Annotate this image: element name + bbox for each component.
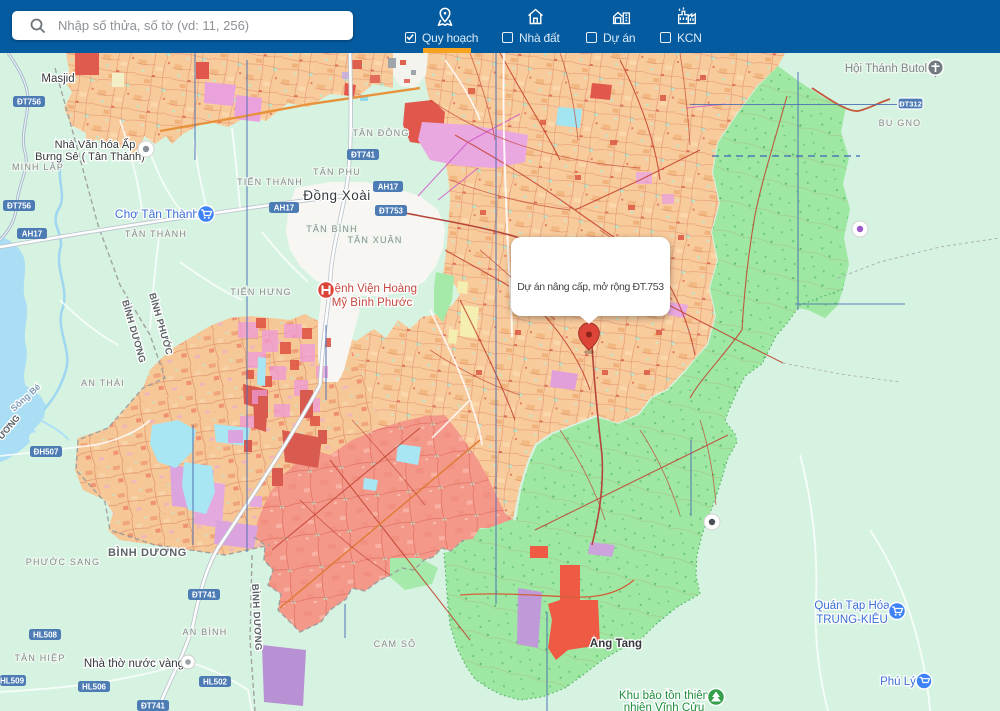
svg-text:Chợ Tân Thành: Chợ Tân Thành — [115, 207, 199, 221]
svg-text:AN THÁI: AN THÁI — [81, 378, 125, 388]
svg-text:AH17: AH17 — [22, 230, 43, 239]
svg-text:Đồng Xoài: Đồng Xoài — [303, 188, 371, 203]
svg-text:TÂN HIỆP: TÂN HIỆP — [14, 653, 65, 663]
svg-text:Masjid: Masjid — [41, 73, 74, 85]
svg-text:ĐT312: ĐT312 — [899, 100, 922, 109]
svg-text:ĐT741: ĐT741 — [351, 151, 376, 160]
svg-text:Nhà Văn hóa Ấp: Nhà Văn hóa Ấp — [55, 138, 136, 151]
svg-text:ĐT753: ĐT753 — [379, 207, 404, 216]
svg-text:AH17: AH17 — [378, 183, 399, 192]
svg-text:BU GNO: BU GNO — [879, 118, 922, 128]
svg-text:ĐT741: ĐT741 — [141, 702, 166, 711]
svg-text:AH17: AH17 — [274, 204, 295, 213]
svg-text:nhiên Vĩnh Cửu: nhiên Vĩnh Cửu — [624, 702, 705, 711]
svg-text:AN BÌNH: AN BÌNH — [183, 627, 228, 637]
svg-text:HL502: HL502 — [203, 678, 228, 687]
svg-text:PHƯỚC SANG: PHƯỚC SANG — [26, 557, 100, 567]
svg-text:ĐH507: ĐH507 — [34, 448, 59, 457]
svg-text:Mỹ Bình Phước: Mỹ Bình Phước — [332, 297, 413, 309]
svg-text:CAM SÔ: CAM SÔ — [374, 639, 417, 649]
svg-text:TÂN ĐỒNG: TÂN ĐỒNG — [352, 127, 409, 138]
svg-text:TÂN PHU: TÂN PHU — [313, 167, 361, 177]
svg-text:BÌNH DƯƠNG: BÌNH DƯƠNG — [108, 546, 187, 559]
svg-text:Phú Lý: Phú Lý — [880, 676, 916, 688]
svg-text:MINH LẬP: MINH LẬP — [12, 162, 64, 172]
svg-text:HL508: HL508 — [33, 631, 58, 640]
svg-text:Bưng Sê ( Tân Thành): Bưng Sê ( Tân Thành) — [35, 151, 145, 163]
svg-text:ĐT756: ĐT756 — [17, 98, 42, 107]
svg-text:TÂN XUÂN: TÂN XUÂN — [347, 235, 402, 245]
svg-text:ĐT741: ĐT741 — [192, 591, 217, 600]
svg-text:ĐT756: ĐT756 — [7, 202, 32, 211]
svg-text:HL509: HL509 — [0, 677, 25, 686]
svg-text:Nhà thờ nước vàng: Nhà thờ nước vàng — [84, 658, 184, 670]
svg-text:TIẾN HƯNG: TIẾN HƯNG — [230, 287, 292, 297]
svg-text:HL506: HL506 — [82, 683, 107, 692]
svg-text:Khu bảo tồn thiên: Khu bảo tồn thiên — [619, 690, 709, 702]
svg-text:Bệnh Viện Hoàng: Bệnh Viện Hoàng — [327, 283, 417, 295]
svg-text:Quán Tạp Hóa: Quán Tạp Hóa — [814, 600, 890, 612]
svg-text:TIẾN THÀNH: TIẾN THÀNH — [237, 177, 303, 187]
svg-text:Ang Tang: Ang Tang — [590, 638, 642, 650]
svg-text:TRUNG-KIÊU: TRUNG-KIÊU — [816, 613, 888, 626]
svg-text:TÂN THÀNH: TÂN THÀNH — [125, 229, 187, 239]
svg-text:TÂN BÌNH: TÂN BÌNH — [306, 224, 358, 234]
svg-text:Hội Thánh Butol: Hội Thánh Butol — [845, 63, 927, 75]
